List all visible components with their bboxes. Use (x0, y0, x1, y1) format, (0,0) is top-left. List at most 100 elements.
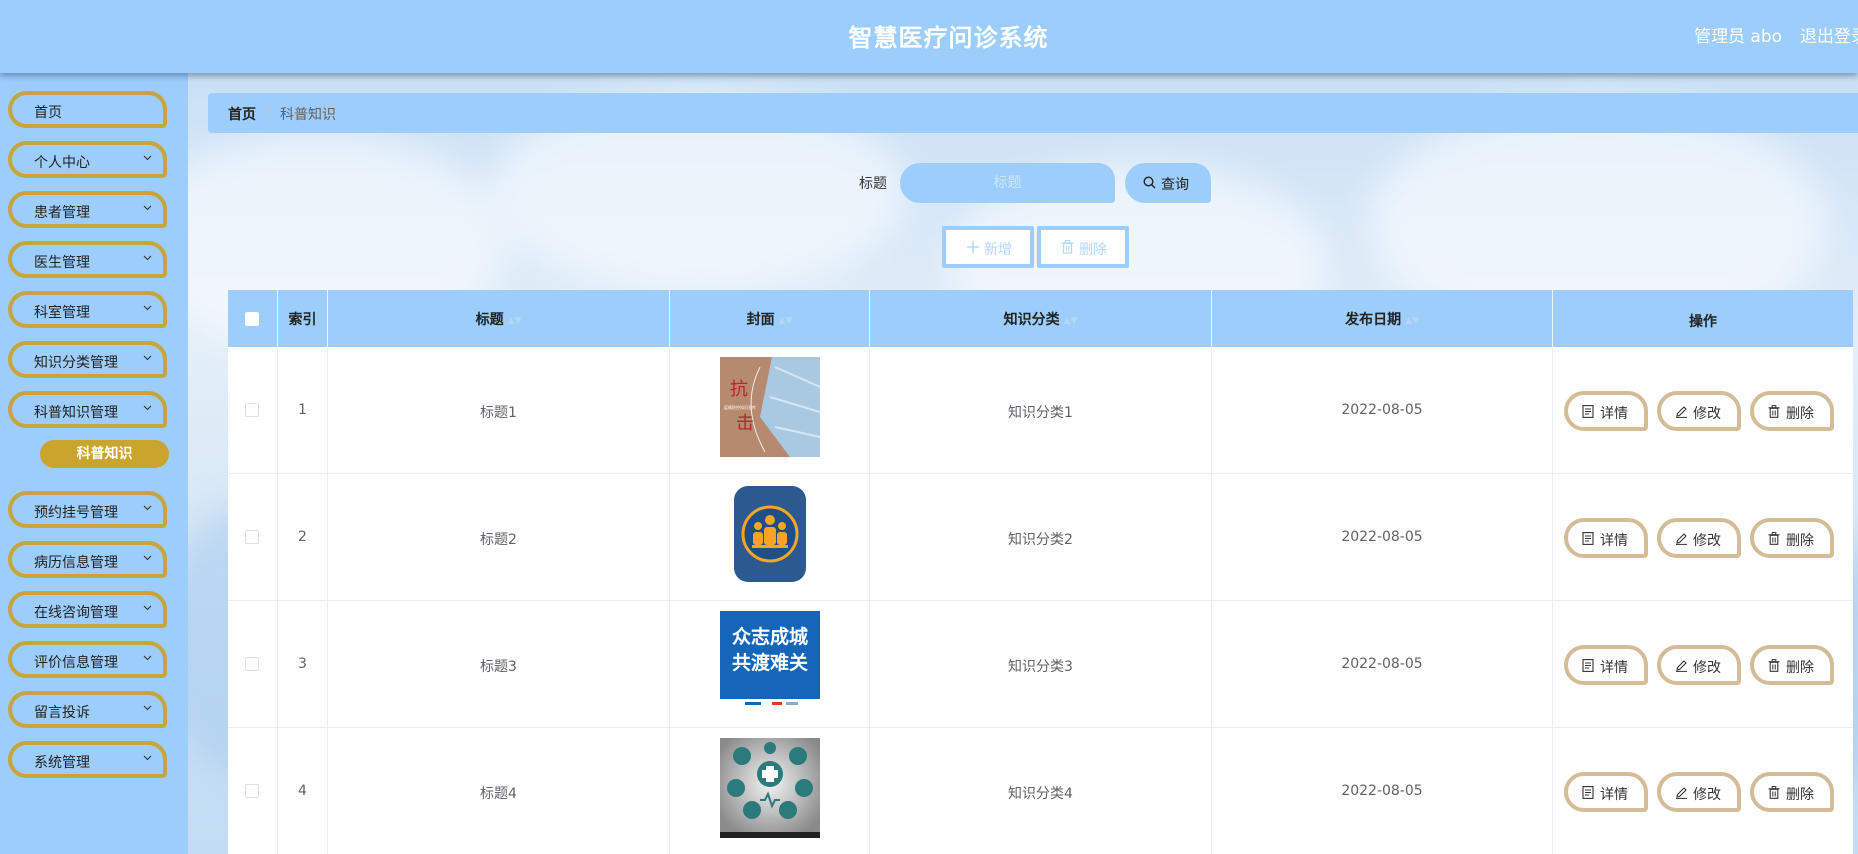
date-cell: 2022-08-05 (1212, 601, 1553, 728)
chevron-down-icon (143, 755, 152, 763)
index-cell: 1 (278, 347, 328, 474)
category-cell: 知识分类1 (870, 347, 1212, 474)
svg-text:击: 击 (736, 413, 754, 434)
row-index: 4 (298, 783, 307, 799)
header-cover[interactable]: 封面 ▲▼ (670, 290, 870, 347)
cover-cell: 抗击 疫情防控知识宣传 (670, 347, 870, 474)
sidebar-item[interactable]: 评价信息管理 (8, 641, 167, 678)
chevron-down-icon (143, 255, 152, 263)
delete-button[interactable]: 删除 (1750, 645, 1834, 685)
title-cell: 标题1 (328, 347, 670, 474)
cover-image[interactable] (720, 484, 820, 584)
trash-icon (1768, 786, 1780, 803)
edit-button[interactable]: 修改 (1657, 391, 1741, 431)
edit-button-label: 修改 (1693, 787, 1721, 803)
sidebar-item[interactable]: 患者管理 (8, 191, 167, 228)
edit-button-label: 修改 (1693, 533, 1721, 549)
svg-text:众志成城: 众志成城 (732, 625, 808, 648)
title-cell: 标题4 (328, 728, 670, 854)
document-icon (1582, 532, 1594, 549)
row-checkbox[interactable] (245, 657, 259, 671)
trash-icon (1768, 659, 1780, 676)
sidebar-item[interactable]: 科室管理 (8, 291, 167, 328)
current-user: 管理员 abo (1694, 27, 1783, 47)
sidebar-item-label: 个人中心 (34, 155, 90, 171)
row-index: 3 (298, 656, 307, 672)
sidebar-item-label: 医生管理 (34, 255, 90, 271)
document-icon (1582, 659, 1594, 676)
detail-button[interactable]: 详情 (1564, 391, 1648, 431)
search-input[interactable] (900, 163, 1115, 203)
sidebar-item[interactable]: 个人中心 (8, 141, 167, 178)
row-checkbox[interactable] (245, 784, 259, 798)
delete-button[interactable]: 删除 (1750, 391, 1834, 431)
row-date: 2022-08-05 (1341, 402, 1423, 418)
header-category[interactable]: 知识分类 ▲▼ (870, 290, 1212, 347)
row-index: 1 (298, 402, 307, 418)
row-category: 知识分类2 (1008, 532, 1073, 548)
edit-button[interactable]: 修改 (1657, 645, 1741, 685)
select-all-checkbox[interactable] (245, 312, 259, 326)
detail-button[interactable]: 详情 (1564, 772, 1648, 812)
row-checkbox[interactable] (245, 530, 259, 544)
row-title: 标题3 (480, 659, 517, 675)
sidebar-item[interactable]: 医生管理 (8, 241, 167, 278)
chevron-down-icon (143, 555, 152, 563)
chevron-down-icon (143, 155, 152, 163)
edit-button-label: 修改 (1693, 660, 1721, 676)
detail-button[interactable]: 详情 (1564, 518, 1648, 558)
delete-button[interactable]: 删除 (1750, 772, 1834, 812)
breadcrumb-current: 科普知识 (280, 107, 336, 123)
batch-delete-button[interactable]: 删除 (1037, 226, 1129, 268)
title-cell: 标题2 (328, 474, 670, 601)
sidebar-item[interactable]: 系统管理 (8, 741, 167, 778)
cover-cell: 众志成城 共渡难关 (670, 601, 870, 728)
chevron-down-icon (143, 205, 152, 213)
sidebar-item[interactable]: 预约挂号管理 (8, 491, 167, 528)
detail-button[interactable]: 详情 (1564, 645, 1648, 685)
svg-text:共渡难关: 共渡难关 (732, 651, 808, 674)
actions-cell: 详情 修改 删除 (1553, 601, 1853, 728)
header-title[interactable]: 标题 ▲▼ (328, 290, 670, 347)
category-cell: 知识分类2 (870, 474, 1212, 601)
sidebar-item-label: 在线咨询管理 (34, 605, 118, 621)
date-cell: 2022-08-05 (1212, 347, 1553, 474)
sidebar-item[interactable]: 科普知识管理 (8, 391, 167, 428)
row-title: 标题4 (480, 786, 517, 802)
edit-icon (1675, 786, 1688, 803)
sidebar-item-label: 科室管理 (34, 305, 90, 321)
edit-icon (1675, 405, 1688, 422)
add-button[interactable]: 新增 (942, 226, 1034, 268)
sidebar-subitem-active[interactable]: 科普知识 (40, 440, 169, 468)
index-cell: 2 (278, 474, 328, 601)
title-cell: 标题3 (328, 601, 670, 728)
sidebar-item[interactable]: 病历信息管理 (8, 541, 167, 578)
logout-link[interactable]: 退出登录 (1800, 22, 1858, 47)
sidebar-item[interactable]: 首页 (8, 91, 167, 128)
add-button-label: 新增 (984, 242, 1012, 258)
table-header: 索引 标题 ▲▼ 封面 ▲▼ 知识分类 ▲▼ 发布日期 ▲▼ 操作 (228, 290, 1853, 347)
delete-button[interactable]: 删除 (1750, 518, 1834, 558)
sidebar-item[interactable]: 在线咨询管理 (8, 591, 167, 628)
select-cell (228, 728, 278, 854)
sidebar-item[interactable]: 知识分类管理 (8, 341, 167, 378)
delete-button-label: 删除 (1786, 660, 1814, 676)
index-cell: 3 (278, 601, 328, 728)
actions-cell: 详情 修改 删除 (1553, 474, 1853, 601)
breadcrumb-home[interactable]: 首页 (228, 104, 256, 124)
sidebar-item[interactable]: 留言投诉 (8, 691, 167, 728)
row-category: 知识分类3 (1008, 659, 1073, 675)
edit-button[interactable]: 修改 (1657, 772, 1741, 812)
query-button[interactable]: 查询 (1125, 163, 1211, 203)
cover-image[interactable]: 抗击 疫情防控知识宣传 (720, 357, 820, 457)
header-date[interactable]: 发布日期 ▲▼ (1212, 290, 1553, 347)
row-checkbox[interactable] (245, 403, 259, 417)
cover-image[interactable]: 众志成城 共渡难关 (720, 611, 820, 711)
cover-cell (670, 474, 870, 601)
cover-image[interactable] (720, 738, 820, 838)
actions-cell: 详情 修改 删除 (1553, 347, 1853, 474)
trash-icon (1768, 405, 1780, 422)
table-row: 3 标题3 众志成城共渡难关 知识分类3 2022-08-05 详情 修改 删除 (228, 601, 1853, 728)
sidebar-item-label: 知识分类管理 (34, 355, 118, 371)
edit-button[interactable]: 修改 (1657, 518, 1741, 558)
